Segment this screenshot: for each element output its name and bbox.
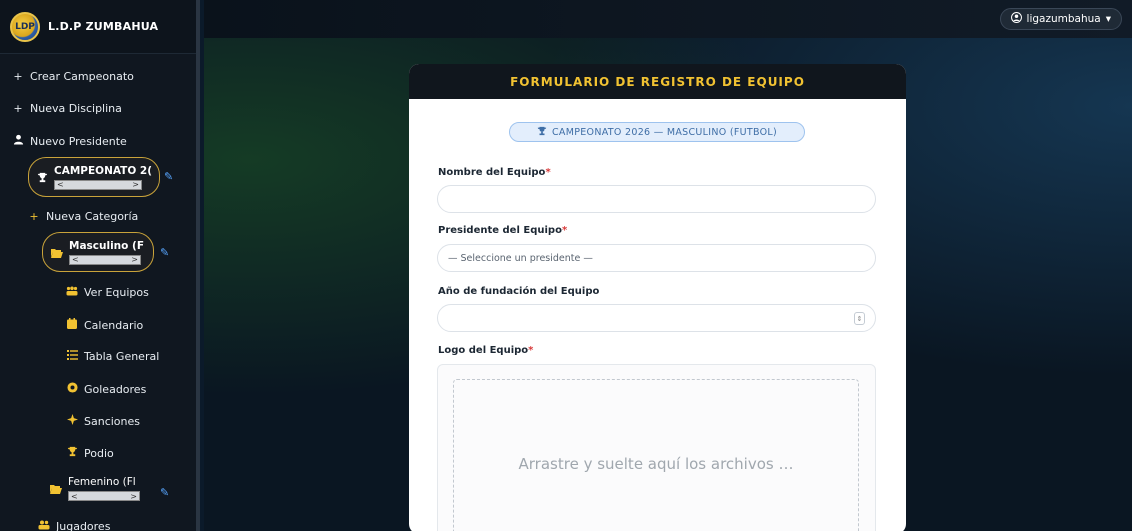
label-text: Nombre del Equipo <box>438 167 546 178</box>
sidebar-item-label: Nuevo Presidente <box>30 134 127 148</box>
nombre-label: Nombre del Equipo* <box>438 167 551 178</box>
list-icon <box>66 350 78 363</box>
sidebar-item-label: Podio <box>84 446 114 460</box>
plus-icon: + <box>29 210 39 223</box>
team-registration-form: FORMULARIO DE REGISTRO DE EQUIPO CAMPEON… <box>409 64 906 531</box>
scroll-left-icon[interactable]: < <box>57 180 64 189</box>
label-text: Presidente del Equipo <box>438 225 562 236</box>
sidebar-item-label: Femenino (Fl <box>68 476 136 488</box>
sidebar-item-crear-campeonato[interactable]: + Crear Campeonato <box>12 70 134 83</box>
horizontal-scrollbar[interactable]: < > <box>69 254 141 265</box>
select-value: — Seleccione un presidente — <box>448 252 593 264</box>
dropzone-text: Arrastre y suelte aquí los archivos … <box>518 455 794 473</box>
sidebar-item-nuevo-presidente[interactable]: Nuevo Presidente <box>12 134 127 148</box>
scroll-right-icon[interactable]: > <box>130 492 137 501</box>
trophy-icon <box>66 446 78 460</box>
sidebar: LDP L.D.P ZUMBAHUA + Crear Campeonato + … <box>0 0 200 531</box>
sidebar-item-label: CAMPEONATO 2( <box>54 164 153 177</box>
horizontal-scrollbar[interactable]: < > <box>68 491 140 501</box>
number-spinner[interactable]: ⇕ <box>854 312 865 325</box>
sidebar-item-masculino[interactable]: Masculino (F < > <box>42 232 154 272</box>
logo-upload: Arrastre y suelte aquí los archivos … <box>437 364 876 531</box>
required-mark: * <box>528 345 534 356</box>
sidebar-item-label: Calendario <box>84 318 144 332</box>
sidebar-item-campeonato[interactable]: CAMPEONATO 2( < > <box>28 157 160 197</box>
sidebar-item-femenino[interactable]: Femenino (Fl < > <box>50 476 140 501</box>
sidebar-item-label: Ver Equipos <box>84 286 149 299</box>
anio-label: Año de fundación del Equipo <box>438 286 599 297</box>
league-logo-icon: LDP <box>10 11 40 42</box>
sidebar-item-sanciones[interactable]: Sanciones <box>66 414 140 428</box>
scroll-left-icon[interactable]: < <box>71 492 78 501</box>
edit-icon[interactable]: ✎ <box>160 486 169 499</box>
sidebar-item-label: Goleadores <box>84 382 147 396</box>
label-text: Año de fundación del Equipo <box>438 286 600 297</box>
sanction-icon <box>66 414 78 428</box>
sidebar-item-label: Crear Campeonato <box>30 70 134 83</box>
badge-text: CAMPEONATO 2026 — MASCULINO (FUTBOL) <box>552 126 777 138</box>
logo-label: Logo del Equipo* <box>438 345 533 356</box>
scroll-left-icon[interactable]: < <box>72 255 79 264</box>
label-text: Logo del Equipo <box>438 345 529 356</box>
plus-icon: + <box>13 70 23 83</box>
scroll-right-icon[interactable]: > <box>131 255 138 264</box>
sidebar-item-label: Tabla General <box>84 350 160 363</box>
championship-badge: CAMPEONATO 2026 — MASCULINO (FUTBOL) <box>509 122 805 142</box>
presidente-label: Presidente del Equipo* <box>438 225 567 236</box>
plus-icon: + <box>13 102 23 115</box>
sidebar-item-label: Nueva Categoría <box>46 210 139 223</box>
folder-open-icon <box>51 243 63 262</box>
edit-icon[interactable]: ✎ <box>164 170 173 183</box>
sidebar-item-ver-equipos[interactable]: Ver Equipos <box>66 286 149 299</box>
file-dropzone[interactable]: Arrastre y suelte aquí los archivos … <box>453 379 859 531</box>
users-icon <box>38 520 50 531</box>
brand-name: L.D.P ZUMBAHUA <box>48 20 159 33</box>
sidebar-item-podio[interactable]: Podio <box>66 446 114 460</box>
scroll-right-icon[interactable]: > <box>132 180 139 189</box>
sidebar-item-goleadores[interactable]: Goleadores <box>66 382 146 396</box>
sidebar-item-nueva-disciplina[interactable]: + Nueva Disciplina <box>12 102 122 115</box>
sidebar-item-jugadores[interactable]: Jugadores <box>38 520 110 531</box>
user-icon <box>12 134 24 148</box>
caret-down-icon: ▾ <box>1105 13 1111 25</box>
president-select[interactable]: — Seleccione un presidente — <box>437 244 876 272</box>
sidebar-item-label: Sanciones <box>84 414 140 428</box>
sidebar-item-calendario[interactable]: Calendario <box>66 318 143 332</box>
founding-year-input[interactable]: ⇕ <box>437 304 876 332</box>
form-title: FORMULARIO DE REGISTRO DE EQUIPO <box>409 64 906 99</box>
sidebar-item-nueva-categoria[interactable]: + Nueva Categoría <box>28 210 138 223</box>
main-content: ligazumbahua ▾ FORMULARIO DE REGISTRO DE… <box>204 0 1132 531</box>
user-circle-icon <box>1010 12 1022 26</box>
team-name-input[interactable] <box>437 185 876 213</box>
top-navbar: ligazumbahua ▾ <box>204 0 1132 38</box>
horizontal-scrollbar[interactable]: < > <box>54 179 142 190</box>
username: ligazumbahua <box>1026 13 1101 25</box>
folder-open-icon <box>50 479 62 498</box>
soccer-ball-icon <box>66 382 78 396</box>
calendar-icon <box>66 318 78 332</box>
trophy-icon <box>537 126 547 139</box>
required-mark: * <box>561 225 568 236</box>
sidebar-item-label: Jugadores <box>56 520 111 531</box>
brand[interactable]: LDP L.D.P ZUMBAHUA <box>0 0 196 54</box>
users-icon <box>66 286 78 299</box>
sidebar-item-tabla-general[interactable]: Tabla General <box>66 350 159 363</box>
trophy-icon <box>37 168 48 187</box>
sidebar-item-label: Masculino (F <box>69 239 144 252</box>
edit-icon[interactable]: ✎ <box>160 246 169 259</box>
required-mark: * <box>545 167 551 178</box>
sidebar-item-label: Nueva Disciplina <box>30 102 122 115</box>
user-menu-button[interactable]: ligazumbahua ▾ <box>999 8 1122 30</box>
